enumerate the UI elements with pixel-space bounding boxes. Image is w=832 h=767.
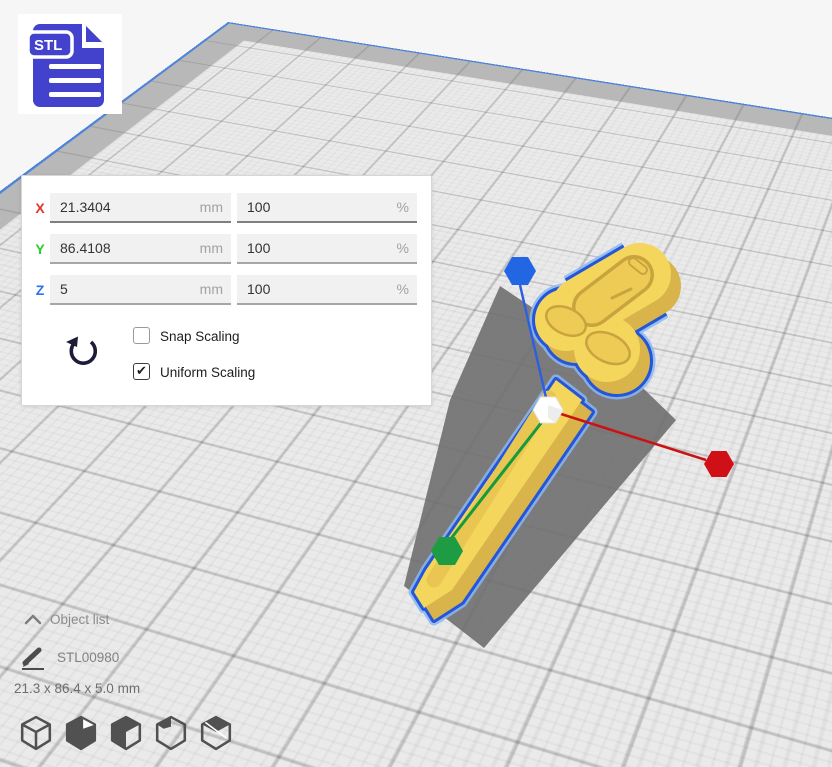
scale-z-mm-field: mm xyxy=(50,275,231,305)
reset-scale-button[interactable] xyxy=(62,328,102,368)
uniform-scaling-label: Uniform Scaling xyxy=(160,365,255,380)
view-3d-button[interactable] xyxy=(18,714,54,752)
object-list-item-name[interactable]: STL00980 xyxy=(57,650,119,665)
stl-badge-text: STL xyxy=(34,37,62,54)
cube-top-icon xyxy=(109,714,143,752)
scale-z-pct-field: % xyxy=(237,275,417,305)
object-list-collapse-chevron[interactable] xyxy=(22,612,44,626)
doc-line xyxy=(49,78,101,83)
scale-z-mm-input[interactable] xyxy=(50,275,231,303)
scale-handle-z[interactable] xyxy=(504,257,536,285)
view-front-button[interactable] xyxy=(63,714,99,752)
scale-handle-x[interactable] xyxy=(704,451,734,477)
model-dimensions-readout: 21.3 x 86.4 x 5.0 mm xyxy=(14,681,140,696)
doc-line xyxy=(49,64,101,69)
scale-tool-panel: X mm % Y mm % Z mm xyxy=(21,175,432,406)
view-left-side-button[interactable] xyxy=(153,714,189,752)
snap-scaling-checkbox[interactable] xyxy=(133,327,150,344)
scale-y-mm-field: mm xyxy=(50,234,231,264)
snap-scaling-label: Snap Scaling xyxy=(160,329,240,344)
cube-right-icon xyxy=(199,714,233,752)
scale-y-pct-input[interactable] xyxy=(237,234,417,262)
axis-label-z: Z xyxy=(30,282,50,298)
cube-left-icon xyxy=(154,714,188,752)
camera-view-toolbar xyxy=(18,714,234,752)
view-top-button[interactable] xyxy=(108,714,144,752)
uniform-scaling-checkbox[interactable]: ✔ xyxy=(133,363,150,380)
pencil-icon xyxy=(20,646,48,672)
object-list-header[interactable]: Object list xyxy=(50,612,109,627)
view-right-side-button[interactable] xyxy=(198,714,234,752)
axis-label-x: X xyxy=(30,200,50,216)
cube-3d-icon xyxy=(19,714,53,752)
scale-y-mm-input[interactable] xyxy=(50,234,231,262)
scale-x-pct-input[interactable] xyxy=(237,193,417,221)
stl-file-icon: STL xyxy=(18,14,122,114)
fold-flap xyxy=(86,26,102,42)
scale-x-pct-field: % xyxy=(237,193,417,223)
scale-x-mm-field: mm xyxy=(50,193,231,223)
doc-line xyxy=(49,92,101,97)
cube-front-icon xyxy=(64,714,98,752)
axis-label-y: Y xyxy=(30,241,50,257)
scale-y-pct-field: % xyxy=(237,234,417,264)
scale-x-mm-input[interactable] xyxy=(50,193,231,221)
cura-window: { "stl_file_icon": { "badge_text": "STL"… xyxy=(0,0,832,767)
scale-z-pct-input[interactable] xyxy=(237,275,417,303)
